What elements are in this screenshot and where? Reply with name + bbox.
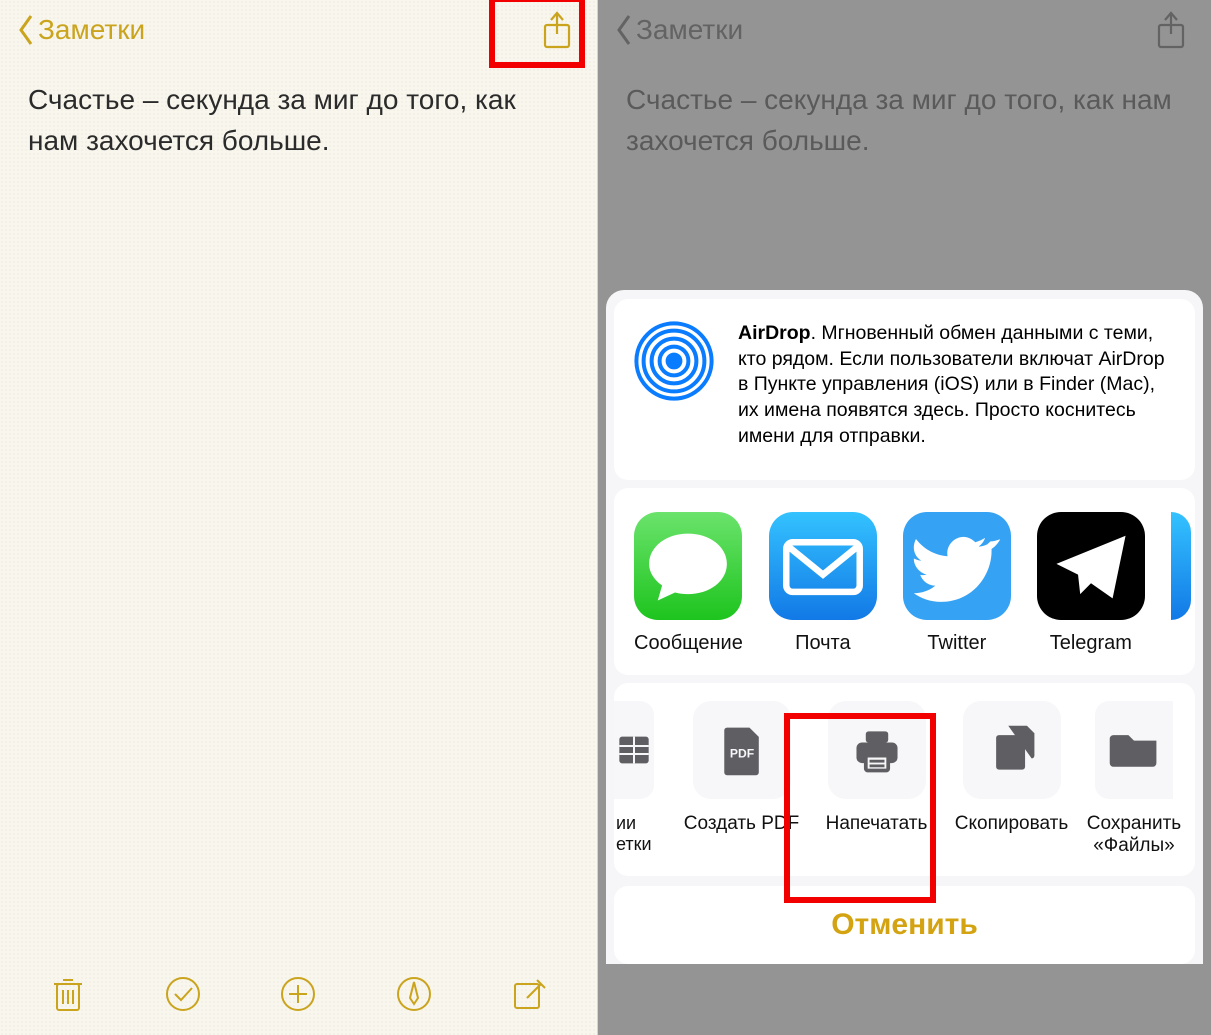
compose-icon bbox=[509, 974, 549, 1014]
app-label: Telegram bbox=[1050, 632, 1132, 655]
pdf-icon: PDF bbox=[693, 701, 791, 799]
svg-text:PDF: PDF bbox=[729, 746, 753, 760]
back-label-dim: Заметки bbox=[636, 14, 743, 46]
navbar-left: Заметки bbox=[0, 0, 597, 60]
airdrop-icon bbox=[634, 321, 714, 450]
note-content-dim: Счастье – секунда за миг до того, как на… bbox=[598, 60, 1211, 181]
folder-icon bbox=[1095, 701, 1173, 799]
cancel-button[interactable]: Отменить bbox=[614, 886, 1195, 964]
notes-screen-right: Заметки Счастье – секунда за миг до того… bbox=[598, 0, 1211, 1035]
telegram-icon bbox=[1037, 512, 1145, 620]
app-mail[interactable]: Почта bbox=[769, 512, 877, 655]
action-save-files[interactable]: Сохранить «Файлы» bbox=[1079, 701, 1189, 859]
trash-icon bbox=[48, 974, 88, 1014]
action-create-pdf[interactable]: PDF Создать PDF bbox=[674, 701, 809, 859]
cancel-label: Отменить bbox=[831, 908, 978, 942]
share-button[interactable] bbox=[533, 6, 581, 54]
back-button[interactable]: Заметки bbox=[16, 13, 145, 47]
mail-icon bbox=[769, 512, 877, 620]
partial-app-icon bbox=[1171, 512, 1191, 620]
action-print[interactable]: Напечатать bbox=[809, 701, 944, 859]
back-label: Заметки bbox=[38, 14, 145, 46]
airdrop-panel[interactable]: AirDrop. Мгновенный обмен данными с теми… bbox=[614, 299, 1195, 480]
action-label: Напечатать bbox=[826, 813, 928, 836]
app-label: Twitter bbox=[927, 632, 986, 655]
action-label: Скопировать bbox=[955, 813, 1068, 836]
plus-circle-icon bbox=[278, 974, 318, 1014]
app-more-edge[interactable] bbox=[1171, 512, 1191, 655]
app-label: Почта bbox=[795, 632, 851, 655]
airdrop-title: AirDrop bbox=[738, 322, 811, 344]
action-label: Создать PDF bbox=[684, 813, 799, 836]
compose-button[interactable] bbox=[509, 974, 549, 1019]
add-button[interactable] bbox=[278, 974, 318, 1019]
share-sheet: AirDrop. Мгновенный обмен данными с теми… bbox=[606, 290, 1203, 964]
action-partial-left[interactable]: ии етки bbox=[614, 701, 674, 859]
action-copy[interactable]: Скопировать bbox=[944, 701, 1079, 859]
bottom-toolbar bbox=[0, 957, 597, 1035]
copy-icon bbox=[963, 701, 1061, 799]
app-twitter[interactable]: Twitter bbox=[903, 512, 1011, 655]
airdrop-text: AirDrop. Мгновенный обмен данными с теми… bbox=[738, 321, 1175, 450]
share-actions-row[interactable]: ии етки PDF Создать PDF Напечатать Скопи… bbox=[614, 683, 1195, 877]
app-messages[interactable]: Сообщение bbox=[634, 512, 743, 655]
chevron-left-icon bbox=[614, 13, 634, 47]
share-button-dim bbox=[1147, 6, 1195, 54]
notes-screen-left: Заметки Счастье – секунда за миг до того… bbox=[0, 0, 598, 1035]
table-icon bbox=[614, 701, 654, 799]
checklist-button[interactable] bbox=[163, 974, 203, 1019]
action-label: ии етки bbox=[614, 813, 652, 856]
back-button-dim: Заметки bbox=[614, 13, 743, 47]
trash-button[interactable] bbox=[48, 974, 88, 1019]
twitter-icon bbox=[903, 512, 1011, 620]
navbar-right: Заметки bbox=[598, 0, 1211, 60]
share-icon bbox=[1155, 10, 1187, 50]
share-apps-row[interactable]: Сообщение Почта Twitter Telegram bbox=[614, 488, 1195, 675]
share-icon bbox=[541, 10, 573, 50]
printer-icon bbox=[828, 701, 926, 799]
chevron-left-icon bbox=[16, 13, 36, 47]
app-label: Сообщение bbox=[634, 632, 743, 655]
pen-circle-icon bbox=[394, 974, 434, 1014]
draw-button[interactable] bbox=[394, 974, 434, 1019]
app-telegram[interactable]: Telegram bbox=[1037, 512, 1145, 655]
action-label: Сохранить «Файлы» bbox=[1079, 813, 1189, 859]
check-circle-icon bbox=[163, 974, 203, 1014]
messages-icon bbox=[634, 512, 742, 620]
note-content[interactable]: Счастье – секунда за миг до того, как на… bbox=[0, 60, 597, 181]
